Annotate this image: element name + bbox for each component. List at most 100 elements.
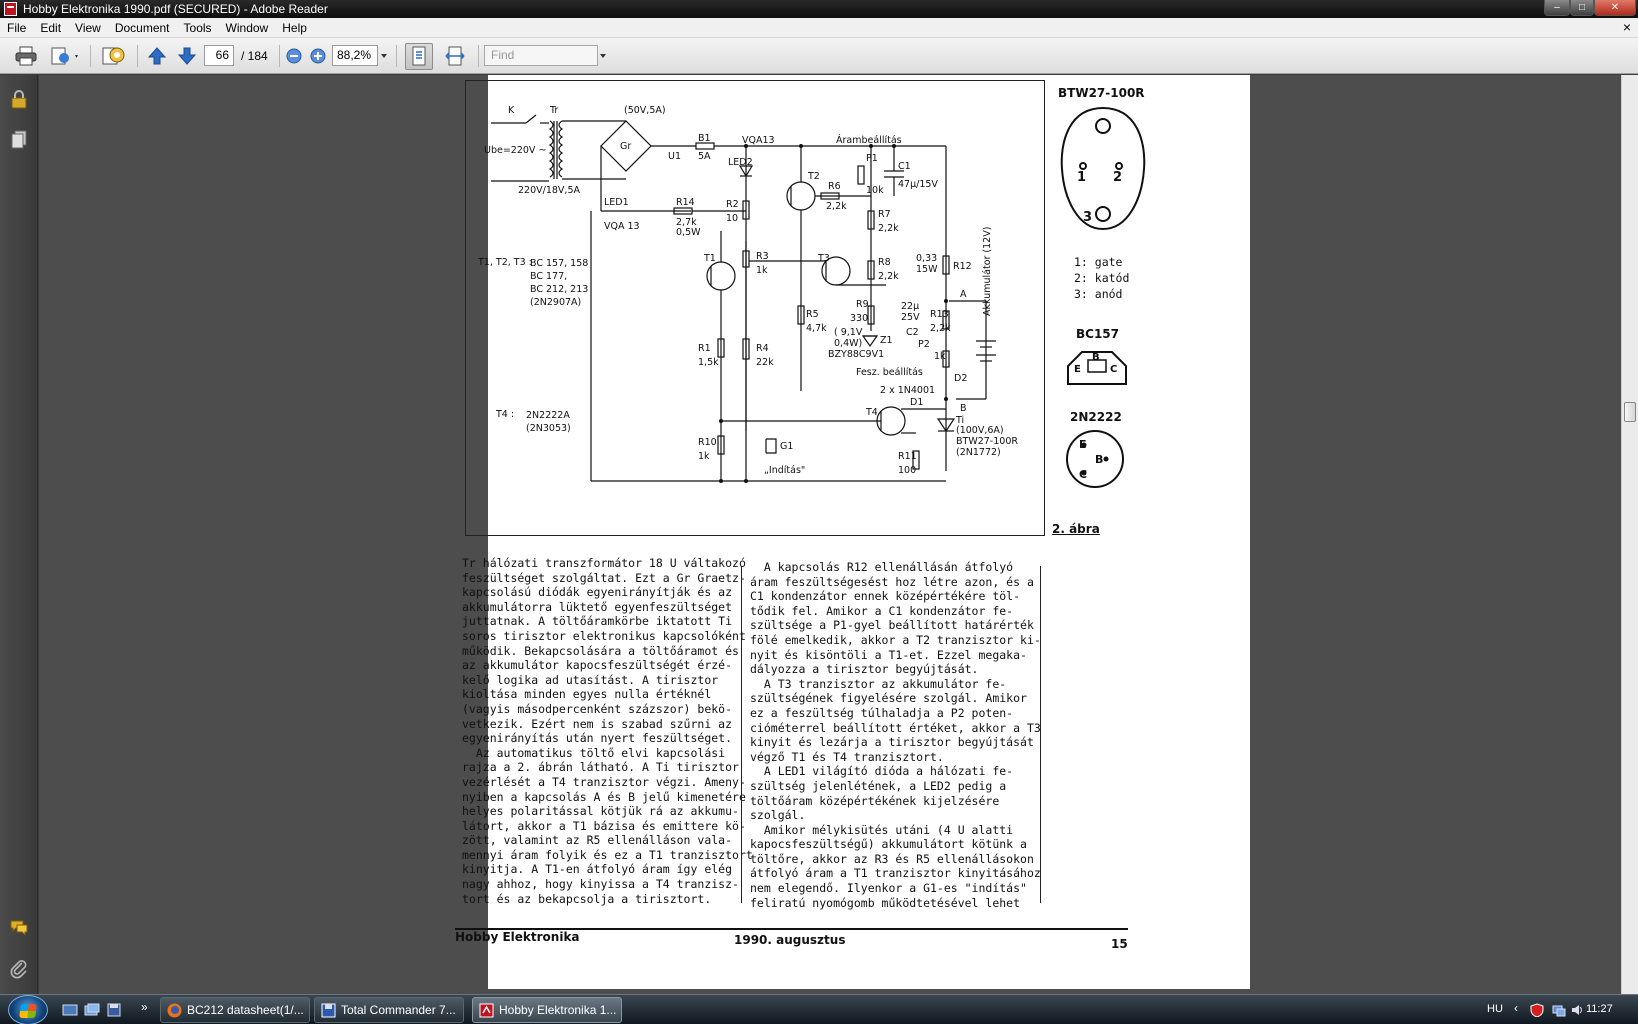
label-k: K bbox=[508, 105, 515, 116]
find-input[interactable]: Find bbox=[484, 45, 598, 66]
menu-window[interactable]: Window bbox=[219, 21, 276, 35]
print-button[interactable] bbox=[12, 44, 40, 68]
label-r3-value: 1k bbox=[756, 265, 768, 276]
label-r4: R4 bbox=[756, 343, 769, 354]
btw27-package-drawing bbox=[1060, 106, 1146, 231]
total-commander-icon bbox=[321, 1003, 336, 1018]
find-dropdown-chevron-icon[interactable] bbox=[600, 54, 606, 58]
taskbar-button-firefox[interactable]: BC212 datasheet(1/... bbox=[160, 997, 310, 1023]
footer-magazine-name: Hobby Elektronika bbox=[455, 930, 580, 944]
2n2222-pin-c: C bbox=[1079, 468, 1088, 481]
menu-edit[interactable]: Edit bbox=[33, 21, 68, 35]
system-clock[interactable]: 11:27 bbox=[1586, 1003, 1613, 1015]
maximize-button[interactable]: □ bbox=[1570, 0, 1594, 16]
taskbar-button-total-commander[interactable]: Total Commander 7... bbox=[314, 997, 464, 1023]
label-r6: R6 bbox=[828, 181, 841, 192]
switch-windows-icon[interactable] bbox=[84, 1002, 100, 1018]
label-akkumulator: Akkumulátor (12V) bbox=[982, 226, 993, 316]
label-diodes-1n4001: 2 x 1N4001 bbox=[880, 385, 936, 396]
label-r5: R5 bbox=[806, 309, 819, 320]
scrolling-mode-button[interactable] bbox=[405, 43, 433, 70]
floppy-save-icon[interactable] bbox=[106, 1002, 122, 1018]
show-desktop-icon[interactable] bbox=[62, 1002, 78, 1018]
comments-icon[interactable] bbox=[9, 917, 29, 937]
btw27-title: BTW27-100R bbox=[1058, 86, 1145, 100]
vertical-scrollbar[interactable] bbox=[1621, 75, 1638, 994]
label-r4-value: 22k bbox=[756, 357, 774, 368]
adobe-reader-icon bbox=[479, 1003, 494, 1018]
next-page-button[interactable] bbox=[175, 44, 199, 68]
menu-document[interactable]: Document bbox=[108, 21, 177, 35]
label-tr: Tr bbox=[550, 105, 559, 116]
label-trafo: 220V/18V,5A bbox=[518, 185, 580, 196]
network-icon[interactable] bbox=[1552, 1003, 1566, 1017]
taskbar-label-total-commander: Total Commander 7... bbox=[341, 1003, 456, 1017]
label-t2: T2 bbox=[808, 171, 820, 182]
comment-review-button[interactable] bbox=[99, 44, 129, 68]
previous-page-button[interactable] bbox=[145, 44, 169, 68]
scrollbar-thumb[interactable] bbox=[1624, 402, 1636, 422]
attachments-paperclip-icon[interactable] bbox=[9, 959, 29, 979]
zoom-level-input[interactable]: 88,2% bbox=[332, 45, 378, 66]
label-r14: R14 bbox=[676, 197, 695, 208]
label-r8-value: 2,2k bbox=[878, 271, 899, 282]
antivirus-shield-icon[interactable] bbox=[1530, 1003, 1544, 1017]
label-led1: LED1 bbox=[604, 197, 629, 208]
language-indicator[interactable]: HU bbox=[1487, 1003, 1503, 1015]
zoom-out-button[interactable] bbox=[284, 44, 304, 68]
circuit-schematic bbox=[491, 114, 996, 483]
zoom-in-button[interactable] bbox=[308, 44, 328, 68]
review-icon bbox=[102, 47, 125, 65]
menu-tools[interactable]: Tools bbox=[177, 21, 219, 35]
taskbar-button-adobe-reader[interactable]: Hobby Elektronika 1... bbox=[472, 997, 622, 1023]
title-bar[interactable]: Hobby Elektronika 1990.pdf (SECURED) - A… bbox=[0, 0, 1638, 18]
share-button[interactable] bbox=[48, 44, 82, 68]
label-p2-value: 1k bbox=[934, 351, 946, 362]
quick-launch-overflow-chevron[interactable]: » bbox=[141, 1000, 148, 1014]
label-arambeallitas: Árambeállítás bbox=[836, 135, 902, 146]
label-bridge-rating: (50V,5A) bbox=[624, 105, 666, 116]
navigation-panel bbox=[0, 75, 38, 994]
fit-width-button[interactable] bbox=[441, 44, 469, 68]
page-number-input[interactable]: 66 bbox=[204, 45, 234, 66]
bc157-pin-e: E bbox=[1074, 364, 1081, 375]
label-r11-value: 100 bbox=[898, 465, 917, 476]
minimize-icon: – bbox=[1554, 2, 1560, 13]
btw27-pin-3: 3 bbox=[1083, 210, 1093, 225]
pages-icon[interactable] bbox=[9, 129, 29, 149]
label-r11: R11 bbox=[898, 451, 917, 462]
start-button[interactable] bbox=[8, 995, 48, 1024]
label-b1-value: 5A bbox=[698, 151, 711, 162]
print-icon bbox=[15, 46, 37, 66]
volume-speaker-icon[interactable] bbox=[1570, 1003, 1584, 1017]
minimize-button[interactable]: – bbox=[1544, 0, 1570, 16]
label-bzy88c9v1: BZY88C9V1 bbox=[828, 349, 885, 360]
menu-view[interactable]: View bbox=[68, 21, 108, 35]
close-icon: ✕ bbox=[1610, 2, 1620, 13]
label-r5-value: 4,7k bbox=[806, 323, 827, 334]
label-p1: P1 bbox=[866, 153, 878, 164]
zoom-in-icon bbox=[310, 48, 326, 64]
lock-icon[interactable] bbox=[9, 89, 29, 109]
label-transistor-list: T1, T2, T3 : bbox=[478, 257, 532, 268]
label-terminal-b: B bbox=[960, 403, 967, 414]
bc157-title: BC157 bbox=[1076, 327, 1120, 341]
menu-file[interactable]: File bbox=[0, 21, 33, 35]
tray-expand-chevron-icon[interactable]: ‹ bbox=[1514, 1001, 1518, 1015]
label-t4-list: T4 : bbox=[496, 409, 515, 420]
label-r13: R13 bbox=[930, 309, 949, 320]
column-divider bbox=[741, 566, 742, 903]
fit-window-icon bbox=[445, 46, 465, 66]
close-button[interactable]: ✕ bbox=[1594, 0, 1636, 16]
menu-help[interactable]: Help bbox=[275, 21, 314, 35]
taskbar-label-firefox: BC212 datasheet(1/... bbox=[187, 1003, 304, 1017]
label-r10-value: 1k bbox=[698, 451, 710, 462]
label-r7-value: 2,2k bbox=[878, 223, 899, 234]
document-close-icon[interactable]: × bbox=[1623, 19, 1631, 35]
label-r3: R3 bbox=[756, 251, 769, 262]
label-led2: LED2 bbox=[728, 157, 753, 168]
adobe-reader-app-icon[interactable] bbox=[4, 2, 17, 16]
zoom-dropdown-chevron-icon[interactable] bbox=[381, 54, 387, 58]
label-vqa13-bottom: VQA 13 bbox=[604, 221, 640, 232]
label-t1: T1 bbox=[704, 253, 716, 264]
